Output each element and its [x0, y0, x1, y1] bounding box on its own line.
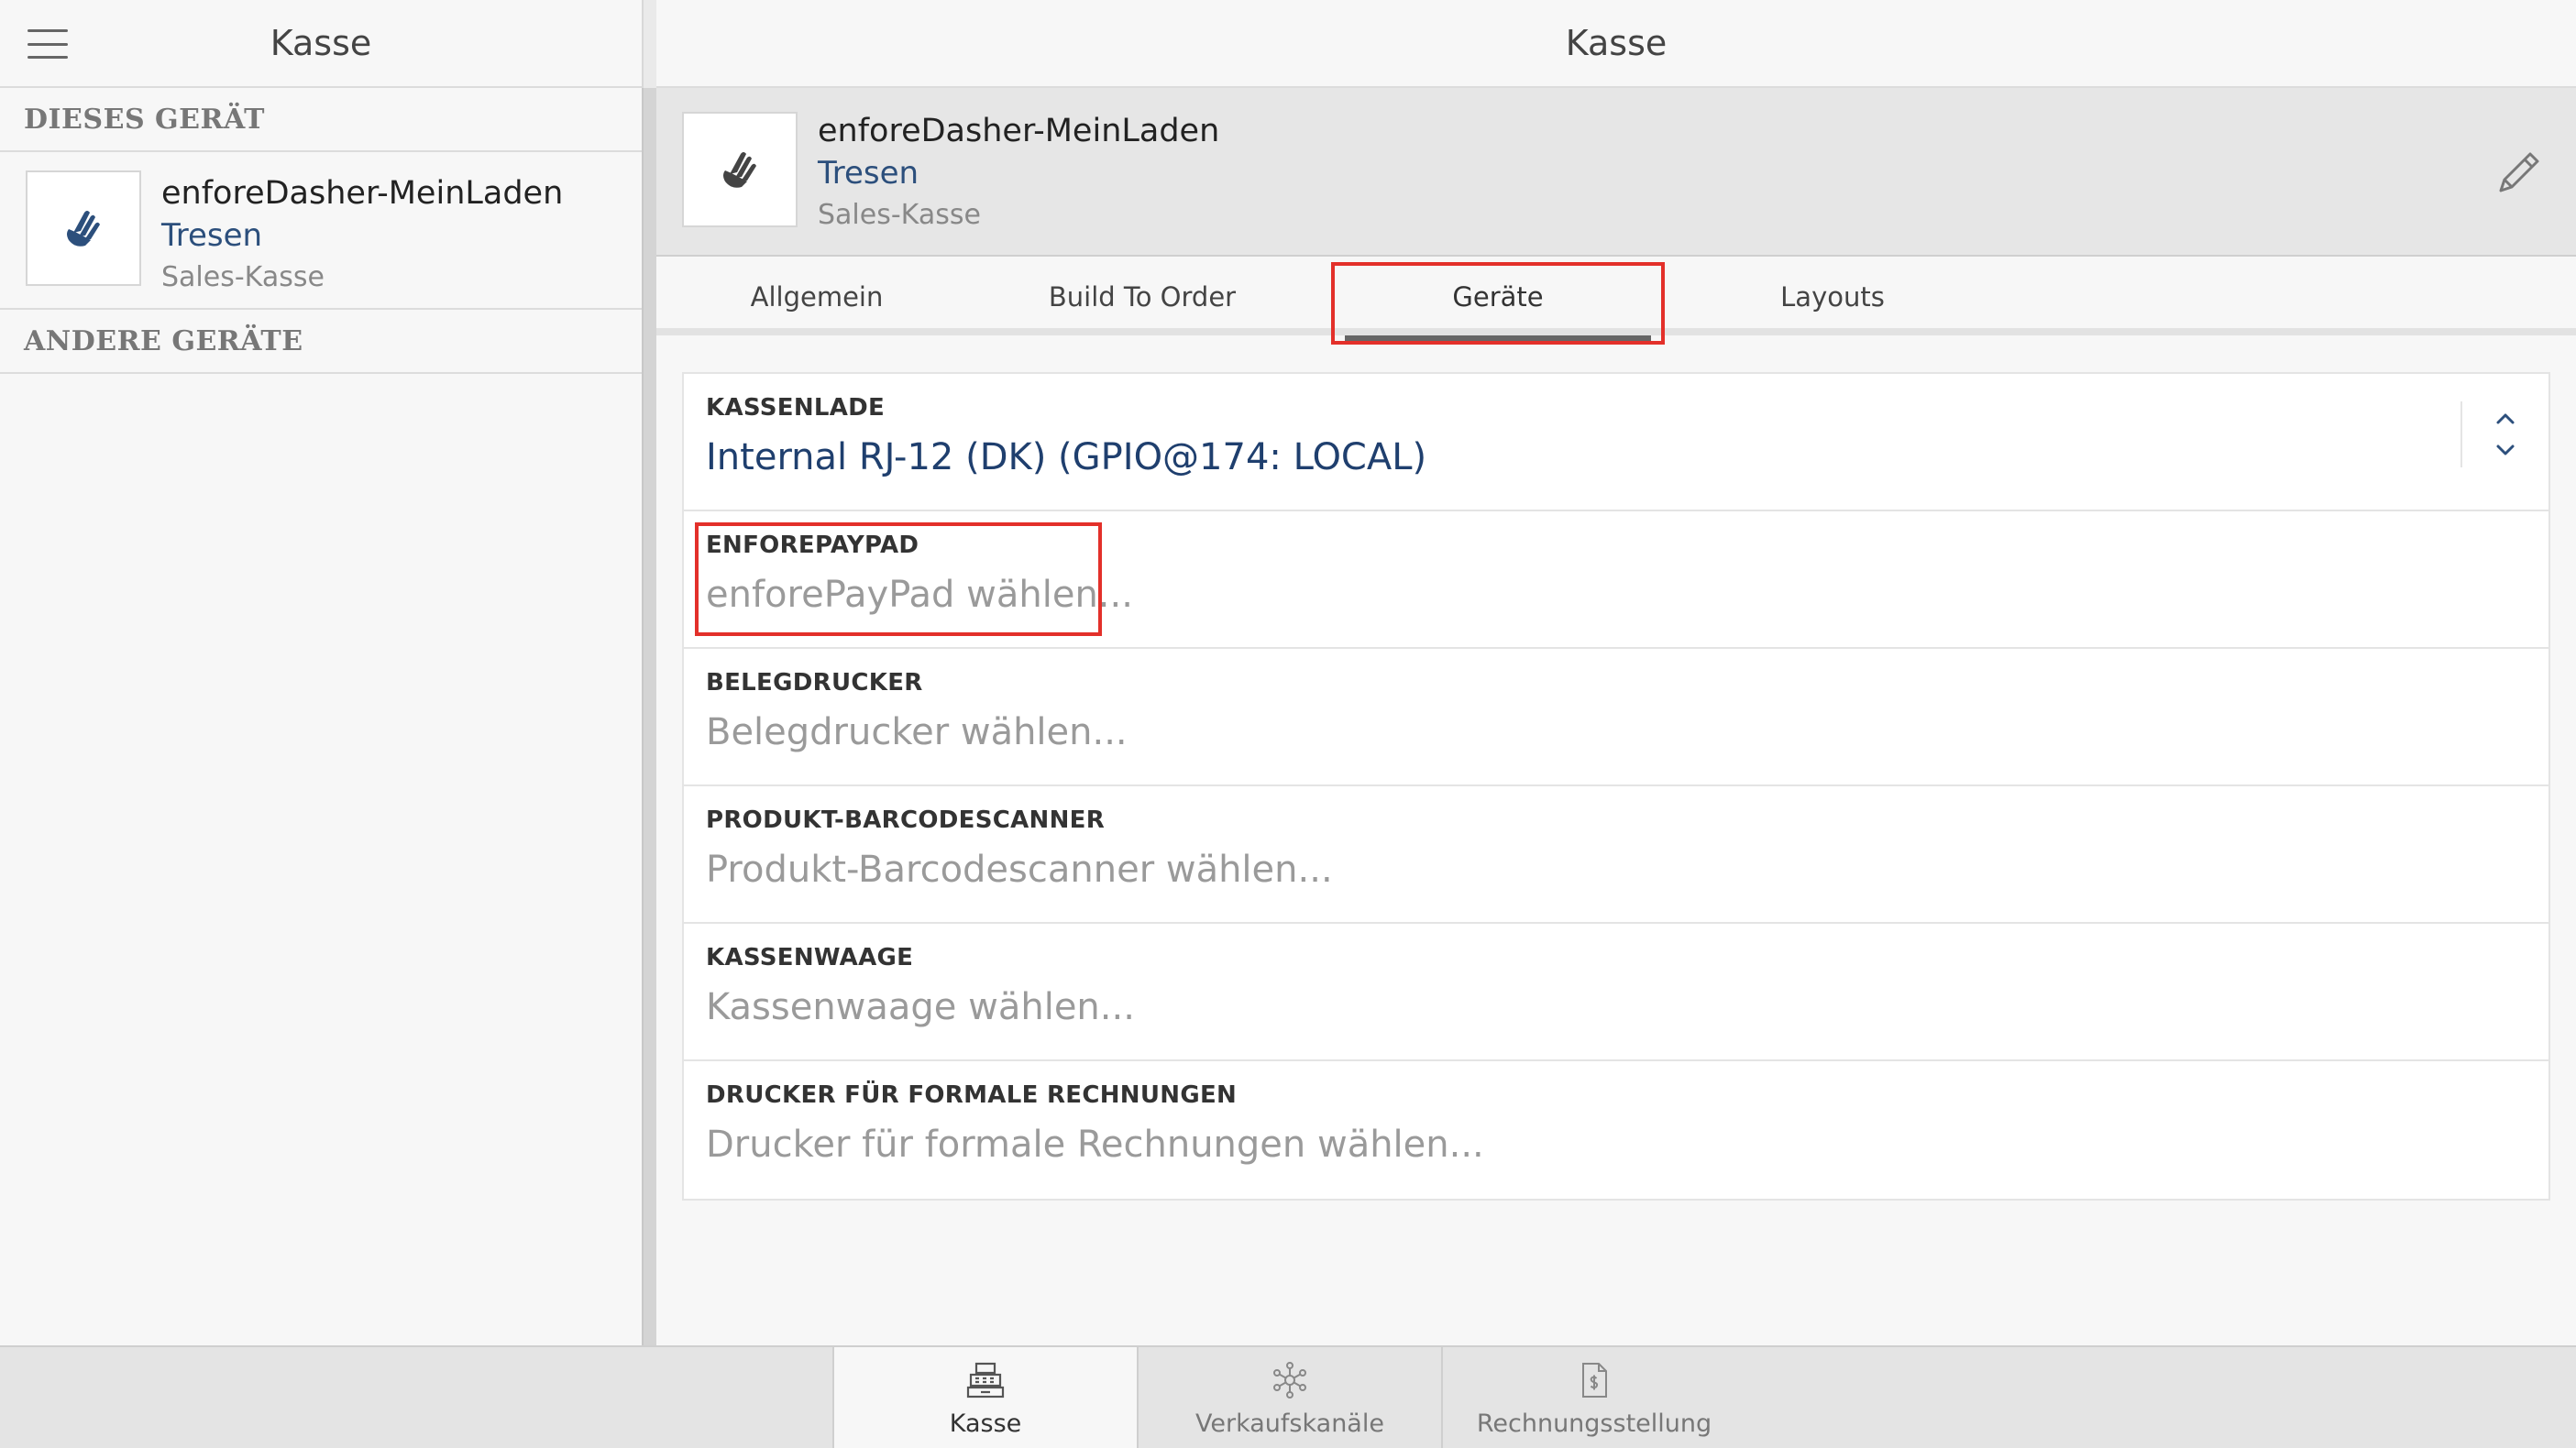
- field-value: Produkt-Barcodescanner wählen...: [706, 849, 1333, 891]
- device-detail-pane: Kasse enforeDasher-MeinLaden Tresen Sale…: [656, 0, 2576, 1345]
- field-enforepaypad[interactable]: ENFOREPAYPAD enforePayPad wählen...: [684, 511, 2548, 649]
- chevron-up-down-icon: [2496, 413, 2515, 455]
- nav-verkaufskanaele[interactable]: Verkaufskanäle: [1139, 1347, 1441, 1448]
- field-value: Belegdrucker wählen...: [706, 711, 1128, 753]
- nav-rechnungsstellung[interactable]: Rechnungsstellung: [1443, 1347, 1745, 1448]
- field-label: BELEGDRUCKER: [706, 669, 923, 697]
- field-label: DRUCKER FÜR FORMALE RECHNUNGEN: [706, 1081, 1238, 1109]
- pane-divider-header: [642, 0, 656, 88]
- field-kassenlade[interactable]: KASSENLADE Internal RJ-12 (DK) (GPIO@174…: [684, 374, 2548, 511]
- field-produkt-barcodescanner[interactable]: PRODUKT-BARCODESCANNER Produkt-Barcodesc…: [684, 786, 2548, 924]
- right-header: Kasse: [656, 0, 2576, 88]
- device-info: enforeDasher-MeinLaden Tresen Sales-Kass…: [818, 110, 1219, 236]
- network-icon: [1273, 1361, 1306, 1399]
- tab-build-to-order[interactable]: Build To Order: [982, 258, 1303, 335]
- tab-allgemein[interactable]: Allgemein: [656, 258, 977, 335]
- device-location: Tresen: [161, 217, 263, 254]
- pencil-icon: [2499, 152, 2539, 192]
- nav-kasse[interactable]: Kasse: [834, 1347, 1137, 1448]
- field-value: Internal RJ-12 (DK) (GPIO@174: LOCAL): [706, 436, 1427, 478]
- device-list-item[interactable]: enforeDasher-MeinLaden Tresen Sales-Kass…: [0, 152, 642, 310]
- field-value: Drucker für formale Rechnungen wählen...: [706, 1124, 1484, 1166]
- hand-icon: [67, 211, 100, 247]
- tab-layouts[interactable]: Layouts: [1672, 258, 1993, 335]
- field-label: KASSENLADE: [706, 394, 886, 422]
- field-value: enforePayPad wählen...: [706, 574, 1133, 616]
- device-type: Sales-Kasse: [818, 199, 981, 231]
- field-belegdrucker[interactable]: BELEGDRUCKER Belegdrucker wählen...: [684, 649, 2548, 786]
- nav-label: Kasse: [949, 1409, 1022, 1438]
- right-title: Kasse: [1565, 23, 1668, 63]
- device-thumbnail: [682, 112, 798, 227]
- nav-label: Verkaufskanäle: [1195, 1409, 1384, 1438]
- cash-register-icon: [966, 1362, 1005, 1398]
- bottom-nav: Kasse Verkaufskanäle Rechnungsstellung: [0, 1345, 2576, 1448]
- edit-button[interactable]: [2490, 143, 2548, 202]
- field-label: KASSENWAAGE: [706, 944, 914, 971]
- device-info: enforeDasher-MeinLaden Tresen Sales-Kass…: [161, 172, 563, 299]
- device-name: enforeDasher-MeinLaden: [818, 113, 1220, 149]
- tab-bar: Allgemein Build To Order Geräte Layouts: [656, 258, 2576, 343]
- invoice-icon: [1582, 1362, 1607, 1398]
- section-this-device: DIESES GERÄT: [0, 88, 642, 152]
- device-location: Tresen: [818, 155, 919, 192]
- device-name: enforeDasher-MeinLaden: [161, 175, 564, 212]
- device-detail-card: enforeDasher-MeinLaden Tresen Sales-Kass…: [656, 88, 2576, 257]
- tab-geraete[interactable]: Geräte: [1338, 258, 1658, 343]
- field-kassenwaage[interactable]: KASSENWAAGE Kassenwaage wählen...: [684, 924, 2548, 1061]
- device-list-pane: Kasse DIESES GERÄT enforeDasher-MeinLade…: [0, 0, 642, 1345]
- pane-divider[interactable]: [642, 0, 656, 1345]
- nav-label: Rechnungsstellung: [1476, 1409, 1712, 1438]
- hand-icon: [723, 152, 756, 188]
- device-type: Sales-Kasse: [161, 261, 325, 293]
- field-drucker-formale-rechnungen[interactable]: DRUCKER FÜR FORMALE RECHNUNGEN Drucker f…: [684, 1061, 2548, 1199]
- left-title: Kasse: [270, 23, 372, 63]
- device-settings-form: KASSENLADE Internal RJ-12 (DK) (GPIO@174…: [682, 372, 2550, 1201]
- section-other-devices: ANDERE GERÄTE: [0, 310, 642, 374]
- field-label: PRODUKT-BARCODESCANNER: [706, 806, 1106, 834]
- device-thumbnail: [26, 170, 141, 286]
- left-header: Kasse: [0, 0, 642, 88]
- field-label: ENFOREPAYPAD: [706, 532, 919, 559]
- menu-icon[interactable]: [28, 29, 68, 59]
- field-value: Kassenwaage wählen...: [706, 986, 1135, 1028]
- select-stepper[interactable]: [2460, 401, 2548, 467]
